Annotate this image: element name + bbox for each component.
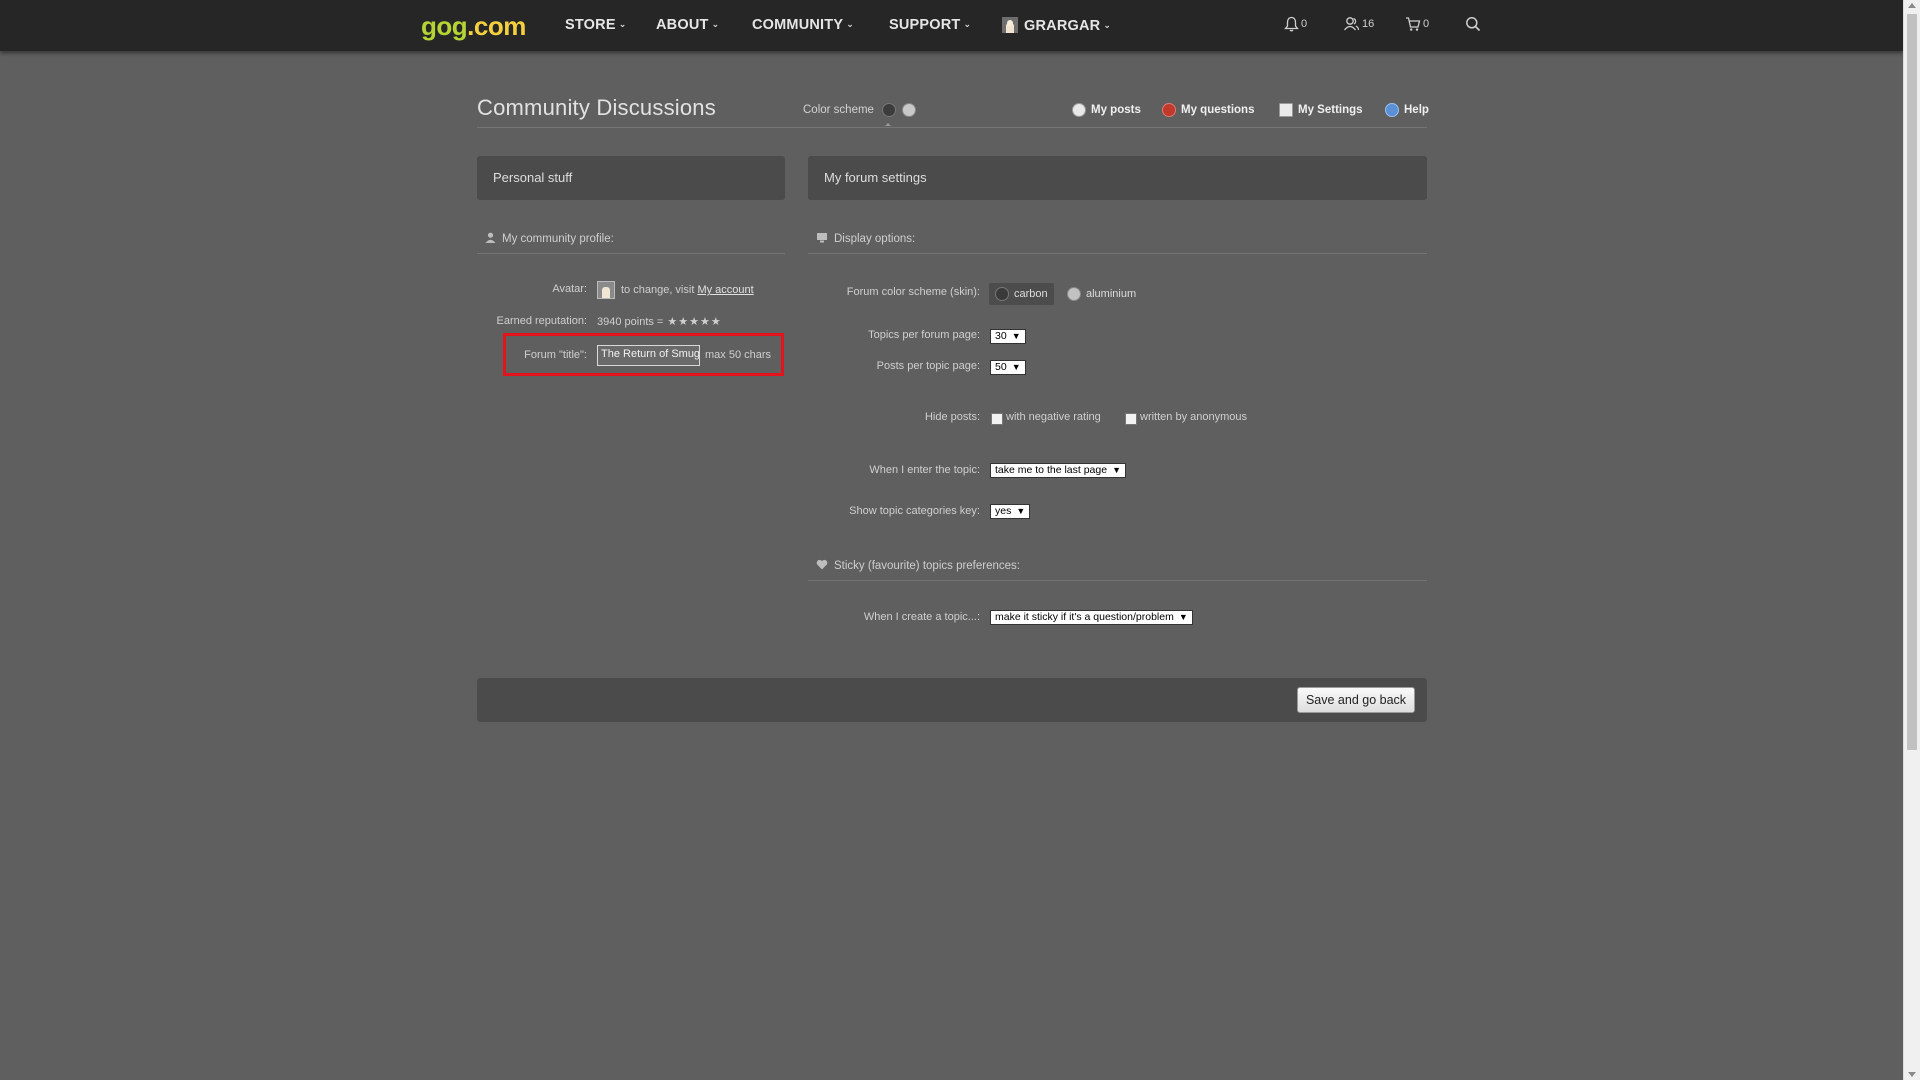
- reputation-label: Earned reputation:: [496, 315, 587, 327]
- dropdown-arrow-icon: ▼: [1016, 506, 1026, 516]
- avatar-label: Avatar:: [552, 283, 587, 295]
- hide-anonymous-label: written by anonymous: [1140, 411, 1247, 423]
- nav-support[interactable]: SUPPORT ⌄: [889, 17, 971, 33]
- posts-per-page-label: Posts per topic page:: [876, 360, 980, 372]
- form-footer-bar: [477, 678, 1427, 722]
- categories-key-label: Show topic categories key:: [849, 505, 980, 517]
- nav-community[interactable]: COMMUNITY ⌄: [752, 17, 854, 33]
- community-profile-section-title: My community profile:: [485, 232, 614, 246]
- nav-user-menu[interactable]: GRARGAR ⌄: [1002, 17, 1111, 34]
- user-avatar-icon: [1002, 17, 1018, 33]
- dropdown-arrow-icon: ▼: [1178, 612, 1188, 622]
- section-divider: [477, 253, 785, 254]
- nav-about[interactable]: ABOUT ⌄: [656, 17, 719, 33]
- chevron-down-icon: ⌄: [711, 19, 720, 29]
- section-divider: [808, 580, 1427, 581]
- my-questions-link[interactable]: My questions: [1162, 103, 1254, 117]
- friends-button[interactable]: 16: [1343, 16, 1374, 32]
- help-icon: [1385, 103, 1399, 117]
- color-scheme-active-marker: [885, 123, 891, 126]
- scroll-down-arrow-icon[interactable]: [1908, 1072, 1916, 1077]
- enter-topic-label: When I enter the topic:: [869, 464, 980, 476]
- chevron-down-icon: ⌄: [618, 19, 627, 29]
- search-icon: [1465, 16, 1481, 32]
- sticky-topics-section-title: Sticky (favourite) topics preferences:: [816, 559, 1020, 573]
- my-settings-link[interactable]: My Settings: [1279, 103, 1363, 117]
- reputation-value: 3940 points = ★★★★★: [597, 315, 722, 329]
- notifications-button[interactable]: 0: [1284, 16, 1307, 32]
- nav-store[interactable]: STORE ⌄: [565, 17, 626, 33]
- skin-option-carbon[interactable]: carbon: [989, 283, 1054, 305]
- carbon-swatch: [995, 287, 1009, 301]
- color-scheme-switcher: Color scheme: [803, 103, 916, 117]
- dropdown-arrow-icon: ▼: [1011, 362, 1021, 372]
- posts-per-page-select[interactable]: 50 ▼: [990, 360, 1026, 375]
- forum-settings-header: My forum settings: [808, 156, 1427, 200]
- title-divider: [477, 127, 1427, 128]
- settings-document-icon: [1279, 103, 1293, 117]
- create-topic-select[interactable]: make it sticky if it's a question/proble…: [990, 610, 1193, 625]
- create-topic-label: When I create a topic...:: [863, 611, 980, 623]
- aluminium-swatch: [1067, 287, 1081, 301]
- bell-icon: [1284, 16, 1299, 32]
- friends-icon: [1343, 16, 1360, 32]
- avatar-row: to change, visit My account: [597, 281, 754, 299]
- hide-posts-label: Hide posts:: [924, 411, 980, 423]
- topics-per-page-label: Topics per forum page:: [868, 329, 980, 341]
- my-account-link[interactable]: My account: [697, 284, 753, 296]
- page-scrollbar[interactable]: [1903, 0, 1920, 1080]
- top-navigation-bar: gog.com STORE ⌄ ABOUT ⌄ COMMUNITY ⌄ SUPPORT…: [0, 0, 1904, 51]
- topics-per-page-select[interactable]: 30 ▼: [990, 329, 1026, 344]
- dropdown-arrow-icon: ▼: [1011, 331, 1021, 341]
- skin-option-aluminium[interactable]: aluminium: [1061, 283, 1142, 305]
- search-button[interactable]: [1465, 16, 1481, 32]
- cart-button[interactable]: 0: [1405, 16, 1429, 32]
- forum-title-hint: max 50 chars: [705, 349, 772, 361]
- hide-negative-rating-checkbox[interactable]: [991, 413, 1003, 425]
- forum-title-label: Forum "title":: [524, 349, 587, 361]
- forum-title-input[interactable]: The Return of Smug: [597, 345, 700, 366]
- heart-icon: [816, 559, 828, 573]
- scroll-up-arrow-icon[interactable]: [1908, 3, 1916, 8]
- hide-anonymous-checkbox[interactable]: [1125, 413, 1137, 425]
- categories-key-select[interactable]: yes ▼: [990, 504, 1031, 519]
- section-divider: [808, 253, 1427, 254]
- gog-logo[interactable]: gog.com: [421, 11, 526, 42]
- reputation-stars: ★★★★★: [667, 316, 722, 328]
- monitor-icon: [816, 232, 828, 246]
- my-posts-link[interactable]: My posts: [1072, 103, 1141, 117]
- display-options-section-title: Display options:: [816, 232, 915, 246]
- scroll-thumb[interactable]: [1907, 14, 1917, 750]
- chevron-down-icon: ⌄: [846, 19, 854, 29]
- dropdown-arrow-icon: ▼: [1112, 465, 1121, 475]
- enter-topic-select[interactable]: take me to the last page ▼: [990, 463, 1126, 478]
- page-title: Community Discussions: [477, 95, 716, 120]
- skin-label: Forum color scheme (skin):: [846, 286, 980, 298]
- help-link[interactable]: Help: [1385, 103, 1429, 117]
- question-badge-icon: [1162, 103, 1176, 117]
- clock-icon: [1072, 103, 1086, 117]
- avatar: [597, 281, 615, 299]
- save-and-go-back-button[interactable]: Save and go back: [1297, 687, 1415, 713]
- chevron-down-icon: ⌄: [1103, 20, 1112, 30]
- color-scheme-dark-button[interactable]: [881, 103, 896, 117]
- chevron-down-icon: ⌄: [963, 19, 972, 29]
- color-scheme-light-button[interactable]: [901, 103, 916, 117]
- hide-negative-rating-label: with negative rating: [1006, 411, 1101, 423]
- cart-icon: [1405, 16, 1421, 32]
- user-icon: [485, 232, 496, 246]
- personal-stuff-header: Personal stuff: [477, 156, 785, 200]
